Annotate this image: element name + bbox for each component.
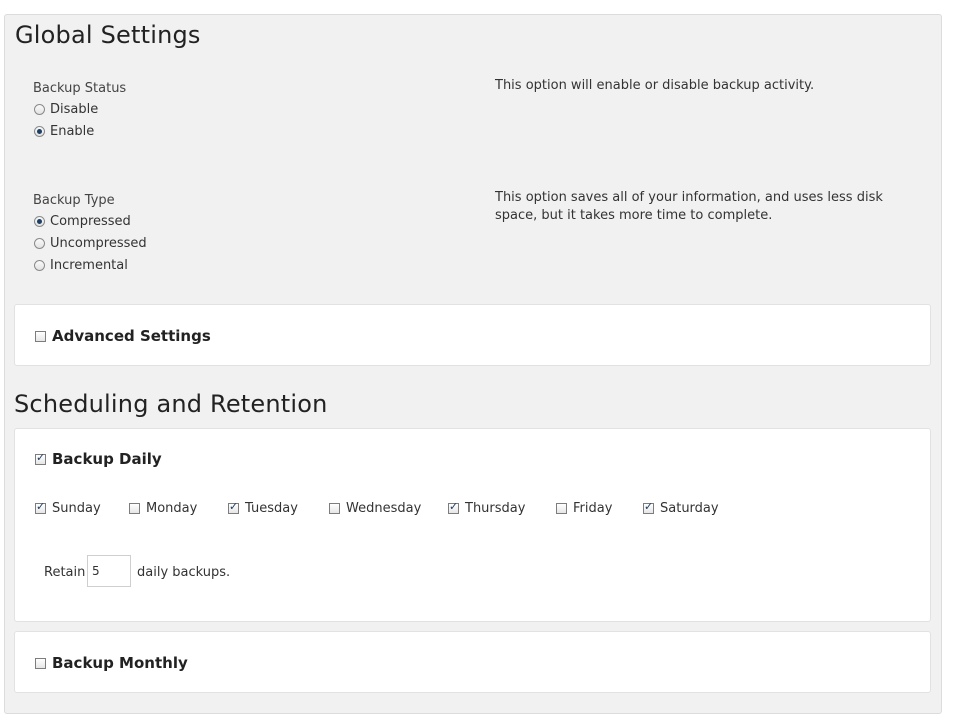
backup-monthly-label: Backup Monthly — [52, 654, 188, 672]
retain-suffix: daily backups. — [137, 565, 231, 580]
tuesday-checkbox[interactable] — [228, 500, 239, 514]
disable-radio[interactable] — [34, 104, 45, 115]
disable-label: Disable — [50, 102, 99, 117]
compressed-radio[interactable] — [34, 216, 45, 227]
monday-label: Monday — [146, 501, 198, 516]
friday-checkbox[interactable] — [556, 503, 567, 514]
monday-checkbox[interactable] — [129, 503, 140, 514]
thursday-label: Thursday — [465, 501, 526, 516]
thursday-checkbox[interactable] — [448, 500, 459, 514]
day-saturday[interactable]: Saturday — [643, 500, 719, 516]
advanced-settings-label: Advanced Settings — [52, 327, 211, 345]
backup-type-uncompressed-option[interactable]: Uncompressed — [34, 236, 147, 251]
uncompressed-label: Uncompressed — [50, 236, 147, 251]
compressed-label: Compressed — [50, 214, 131, 229]
saturday-checkbox[interactable] — [643, 500, 654, 514]
backup-status-label: Backup Status — [33, 81, 127, 96]
backup-daily-toggle[interactable]: Backup Daily — [35, 450, 162, 468]
day-monday[interactable]: Monday — [129, 501, 197, 516]
backup-monthly-checkbox[interactable] — [35, 657, 46, 669]
backup-daily-label: Backup Daily — [52, 450, 162, 468]
backup-daily-checkbox[interactable] — [35, 451, 46, 465]
wednesday-label: Wednesday — [346, 501, 422, 516]
incremental-label: Incremental — [50, 258, 128, 273]
enable-radio[interactable] — [34, 126, 45, 137]
day-tuesday[interactable]: Tuesday — [228, 500, 298, 516]
enable-label: Enable — [50, 124, 95, 139]
friday-label: Friday — [573, 501, 613, 516]
backup-status-enable-option[interactable]: Enable — [34, 124, 94, 139]
scheduling-title: Scheduling and Retention — [14, 390, 328, 418]
retain-daily-input[interactable] — [87, 555, 131, 587]
backup-type-description: This option saves all of your informatio… — [495, 190, 883, 223]
day-friday[interactable]: Friday — [556, 501, 612, 516]
backup-type-compressed-option[interactable]: Compressed — [34, 214, 131, 229]
sunday-label: Sunday — [52, 501, 101, 516]
backup-type-incremental-option[interactable]: Incremental — [34, 258, 128, 273]
global-settings-title: Global Settings — [15, 21, 201, 49]
backup-status-disable-option[interactable]: Disable — [34, 102, 98, 117]
sunday-checkbox[interactable] — [35, 500, 46, 514]
backup-type-label: Backup Type — [33, 193, 115, 208]
day-wednesday[interactable]: Wednesday — [329, 501, 421, 516]
backup-status-description: This option will enable or disable backu… — [495, 78, 815, 93]
saturday-label: Saturday — [660, 501, 719, 516]
retain-label: Retain — [44, 565, 86, 580]
advanced-settings-card: Advanced Settings — [14, 304, 931, 366]
advanced-settings-checkbox[interactable] — [35, 330, 46, 342]
wednesday-checkbox[interactable] — [329, 503, 340, 514]
tuesday-label: Tuesday — [245, 501, 298, 516]
backup-monthly-card: Backup Monthly — [14, 631, 931, 693]
day-thursday[interactable]: Thursday — [448, 500, 526, 516]
advanced-settings-toggle[interactable]: Advanced Settings — [35, 327, 211, 345]
incremental-radio[interactable] — [34, 260, 45, 271]
backup-monthly-toggle[interactable]: Backup Monthly — [35, 654, 188, 672]
backup-daily-card: Backup Daily Sunday Monday Tuesday Wedne… — [14, 428, 931, 622]
day-sunday[interactable]: Sunday — [35, 500, 101, 516]
uncompressed-radio[interactable] — [34, 238, 45, 249]
